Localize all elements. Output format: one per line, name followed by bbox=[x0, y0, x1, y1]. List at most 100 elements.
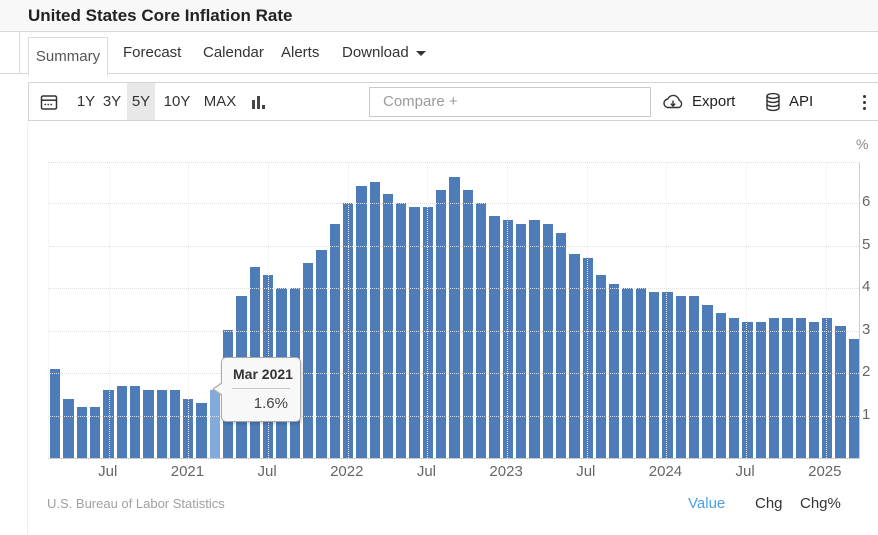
bar[interactable] bbox=[702, 305, 713, 458]
bar[interactable] bbox=[835, 326, 846, 458]
bar[interactable] bbox=[489, 216, 500, 458]
bar[interactable] bbox=[728, 318, 740, 458]
x-axis-label: Jul bbox=[416, 463, 437, 480]
range-10y-button[interactable]: 10Y bbox=[157, 83, 197, 120]
bar[interactable] bbox=[515, 224, 527, 458]
export-button[interactable]: Export bbox=[661, 83, 735, 120]
tab-strip: Summary Forecast Calendar Alerts Downloa… bbox=[0, 32, 878, 76]
bar[interactable] bbox=[569, 254, 580, 458]
bar[interactable] bbox=[369, 182, 380, 458]
x-axis-label: Jul bbox=[576, 463, 596, 480]
column-chart-icon[interactable] bbox=[251, 83, 267, 120]
gridline bbox=[666, 163, 668, 458]
x-axis-label: 2022 bbox=[330, 463, 364, 480]
bar[interactable] bbox=[555, 233, 567, 458]
api-label: API bbox=[789, 93, 814, 110]
compare-input[interactable]: Compare + bbox=[369, 87, 651, 117]
bar[interactable] bbox=[116, 386, 127, 458]
core-inflation-page: United States Core Inflation Rate Summar… bbox=[0, 0, 878, 535]
bar[interactable] bbox=[822, 318, 833, 458]
bar[interactable] bbox=[675, 296, 686, 458]
kebab-menu-icon[interactable] bbox=[857, 91, 871, 113]
gridline bbox=[586, 163, 588, 458]
tab-download[interactable]: Download bbox=[342, 32, 426, 73]
gridline bbox=[427, 163, 429, 458]
tooltip-date: Mar 2021 bbox=[232, 358, 293, 389]
gridline bbox=[188, 163, 190, 458]
x-axis-label: Jul bbox=[735, 463, 755, 480]
tooltip-value: 1.6% bbox=[253, 395, 288, 412]
bar[interactable] bbox=[329, 224, 340, 458]
range-max-button[interactable]: MAX bbox=[197, 83, 243, 120]
bar[interactable] bbox=[795, 318, 806, 458]
bar[interactable] bbox=[609, 284, 620, 458]
api-button[interactable]: API bbox=[764, 83, 813, 120]
bar[interactable] bbox=[542, 224, 553, 458]
bar[interactable] bbox=[662, 292, 673, 458]
bar[interactable] bbox=[196, 403, 207, 458]
bar[interactable] bbox=[129, 386, 141, 458]
bar[interactable] bbox=[302, 263, 314, 458]
bar[interactable] bbox=[50, 369, 61, 458]
tab-summary[interactable]: Summary bbox=[28, 37, 108, 76]
bar[interactable] bbox=[808, 322, 820, 458]
y-axis-unit: % bbox=[856, 136, 869, 152]
bar[interactable] bbox=[755, 322, 766, 458]
bar[interactable] bbox=[156, 390, 167, 458]
y-axis-label: 2 bbox=[862, 363, 871, 380]
y-axis-label: 5 bbox=[862, 235, 871, 253]
x-axis-label: 2021 bbox=[170, 463, 205, 480]
bar[interactable] bbox=[689, 296, 700, 458]
export-label: Export bbox=[692, 93, 736, 110]
chart-tooltip: Mar 2021 1.6% bbox=[212, 357, 301, 422]
gridline bbox=[825, 163, 827, 458]
bar[interactable] bbox=[595, 275, 607, 458]
bar[interactable] bbox=[316, 250, 327, 458]
bar[interactable] bbox=[356, 186, 367, 458]
gridline bbox=[49, 373, 859, 374]
bar[interactable] bbox=[462, 190, 473, 458]
database-icon bbox=[766, 92, 780, 111]
gridline bbox=[507, 163, 509, 458]
title-bar: United States Core Inflation Rate bbox=[0, 0, 878, 32]
panel-left-edge bbox=[19, 32, 20, 73]
y-axis-label: 1 bbox=[862, 405, 871, 423]
bar[interactable] bbox=[768, 318, 780, 458]
bar[interactable] bbox=[436, 190, 447, 458]
bar[interactable] bbox=[848, 339, 860, 458]
y-axis-label: 4 bbox=[862, 278, 871, 295]
calendar-icon[interactable] bbox=[39, 83, 59, 120]
range-3y-button[interactable]: 3Y bbox=[95, 83, 129, 120]
bar[interactable] bbox=[715, 313, 726, 458]
x-axis-label: Jul bbox=[98, 463, 118, 480]
footer-link-chgpct[interactable]: Chg% bbox=[800, 495, 841, 512]
tab-calendar[interactable]: Calendar bbox=[203, 32, 264, 73]
plot-area bbox=[48, 162, 860, 459]
x-axis-label: 2025 bbox=[808, 463, 842, 480]
bar[interactable] bbox=[63, 399, 74, 458]
bar[interactable] bbox=[782, 318, 793, 458]
bar[interactable] bbox=[529, 220, 540, 458]
x-axis-label: 2024 bbox=[648, 463, 683, 480]
bar[interactable] bbox=[742, 322, 753, 458]
tab-forecast[interactable]: Forecast bbox=[123, 32, 181, 73]
bar-series bbox=[50, 163, 860, 458]
source-attribution: U.S. Bureau of Labor Statistics bbox=[47, 496, 225, 511]
range-5y-button[interactable]: 5Y bbox=[127, 83, 155, 120]
y-axis-label: 3 bbox=[862, 320, 871, 338]
gridline bbox=[746, 163, 748, 458]
bar[interactable] bbox=[382, 194, 394, 458]
bar[interactable] bbox=[209, 390, 221, 458]
bar[interactable] bbox=[143, 390, 154, 458]
bar[interactable] bbox=[649, 292, 660, 458]
tab-alerts[interactable]: Alerts bbox=[281, 32, 319, 73]
bar[interactable] bbox=[169, 390, 181, 458]
chart-toolbar: 1Y 3Y 5Y 10Y MAX Compare + Export API bbox=[28, 82, 878, 121]
gridline bbox=[49, 203, 859, 204]
chart-panel-edge bbox=[27, 121, 28, 535]
footer-link-chg[interactable]: Chg bbox=[755, 495, 783, 512]
x-axis-label: 2023 bbox=[489, 463, 523, 480]
gridline bbox=[108, 163, 110, 458]
footer-link-value[interactable]: Value bbox=[688, 495, 725, 512]
x-axis-label: Jul bbox=[257, 463, 277, 480]
